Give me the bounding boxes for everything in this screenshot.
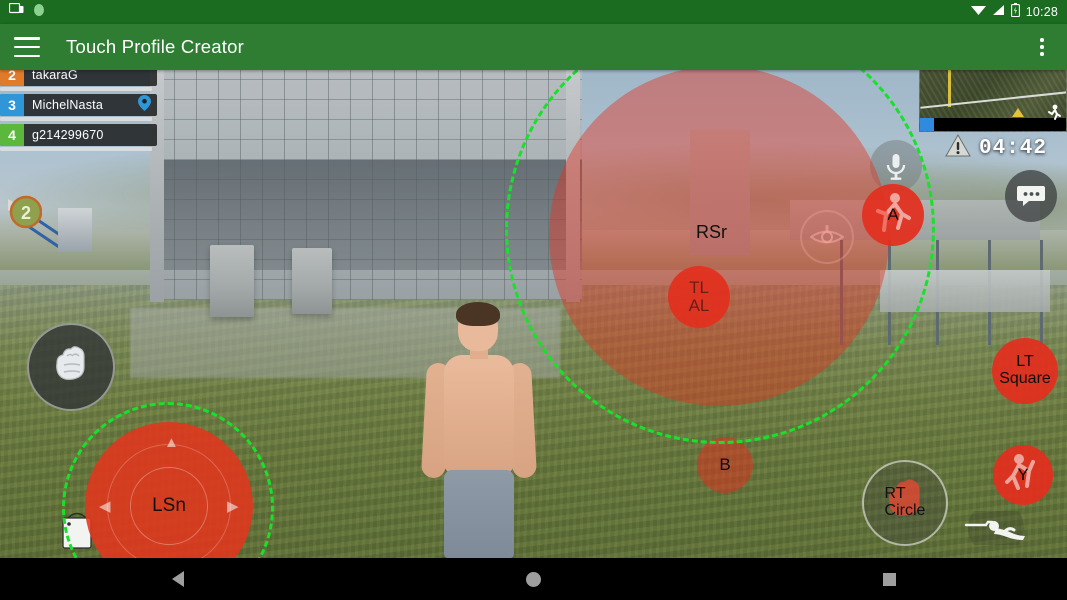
cast-screen-icon [8, 2, 24, 21]
control-b-button[interactable]: B [697, 437, 753, 493]
status-bar-right-icons: 10:28 [970, 2, 1058, 22]
wifi-icon [970, 3, 986, 21]
control-left-stick[interactable]: ▲ ▼ ◀ ▶ LSn [85, 422, 253, 558]
recording-dot-icon [33, 3, 45, 22]
home-nav-icon[interactable] [473, 558, 593, 600]
page-title: Touch Profile Creator [66, 36, 244, 57]
battery-icon [1010, 2, 1020, 22]
control-label-rsr: RSr [696, 222, 727, 242]
control-rt-circle[interactable]: RT Circle [862, 460, 948, 546]
status-bar-clock: 10:28 [1025, 5, 1058, 19]
control-lt-square[interactable]: LT Square [992, 338, 1058, 404]
stick-arrow-up: ▲ [164, 434, 179, 451]
touch-profile-overlay: RSr TL AL A B LT Square Y RT Circle ▲ ◀ … [0, 70, 1067, 558]
control-label-rt-circle-line: RT Circle [884, 485, 926, 519]
recents-nav-icon[interactable] [829, 558, 949, 600]
stick-arrow-left: ◀ [99, 498, 111, 515]
android-status-bar: 10:28 [0, 0, 1067, 24]
control-y-button[interactable]: Y [993, 445, 1053, 505]
game-viewport[interactable]: 2 takaraG 3 MichelNasta 4 g214299670 2 0… [0, 70, 1067, 558]
control-label-lsn: LSn [152, 495, 186, 516]
control-label-y: Y [1017, 465, 1029, 485]
back-nav-icon[interactable] [118, 558, 238, 600]
app-bar: Touch Profile Creator [0, 24, 1067, 70]
status-bar-left-icons [8, 2, 45, 22]
hamburger-menu-icon[interactable] [14, 37, 40, 57]
stick-arrow-right: ▶ [227, 498, 239, 515]
kebab-overflow-icon[interactable] [1031, 36, 1053, 58]
screen-root: 10:28 Touch Profile Creator 2 takaraG 3 … [0, 0, 1067, 600]
signal-icon [992, 3, 1005, 21]
android-nav-bar [0, 558, 1067, 600]
